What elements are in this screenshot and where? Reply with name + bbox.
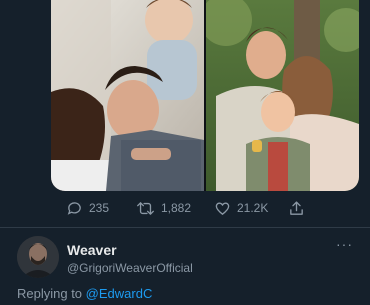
reply-author-handle[interactable]: @GrigoriWeaverOfficial <box>67 261 193 275</box>
retweet-icon <box>136 200 155 217</box>
like-button[interactable]: 21.2K <box>214 197 268 219</box>
like-count: 21.2K <box>237 201 269 215</box>
replying-label: Replying to <box>17 286 83 301</box>
retweet-button[interactable]: 1,882 <box>136 197 191 219</box>
tweet-media[interactable] <box>51 0 359 191</box>
photo-family-kiss[interactable] <box>51 0 204 191</box>
replying-to: Replying to @EdwardC <box>17 286 152 301</box>
tweet-action-bar: 235 1,882 21.2K <box>62 197 322 219</box>
photo-family-portrait[interactable] <box>206 0 359 191</box>
comment-icon <box>66 200 83 217</box>
mention-link[interactable]: @EdwardC <box>86 286 153 301</box>
heart-icon <box>214 200 231 217</box>
retweet-count: 1,882 <box>161 201 192 215</box>
more-icon[interactable]: ··· <box>336 237 356 251</box>
reply-count: 235 <box>89 201 110 215</box>
divider <box>0 227 370 228</box>
share-icon <box>288 200 305 217</box>
avatar[interactable] <box>17 236 59 278</box>
share-button[interactable] <box>288 197 305 219</box>
reply-button[interactable]: 235 <box>66 197 109 219</box>
reply-author-name[interactable]: Weaver <box>67 242 117 258</box>
